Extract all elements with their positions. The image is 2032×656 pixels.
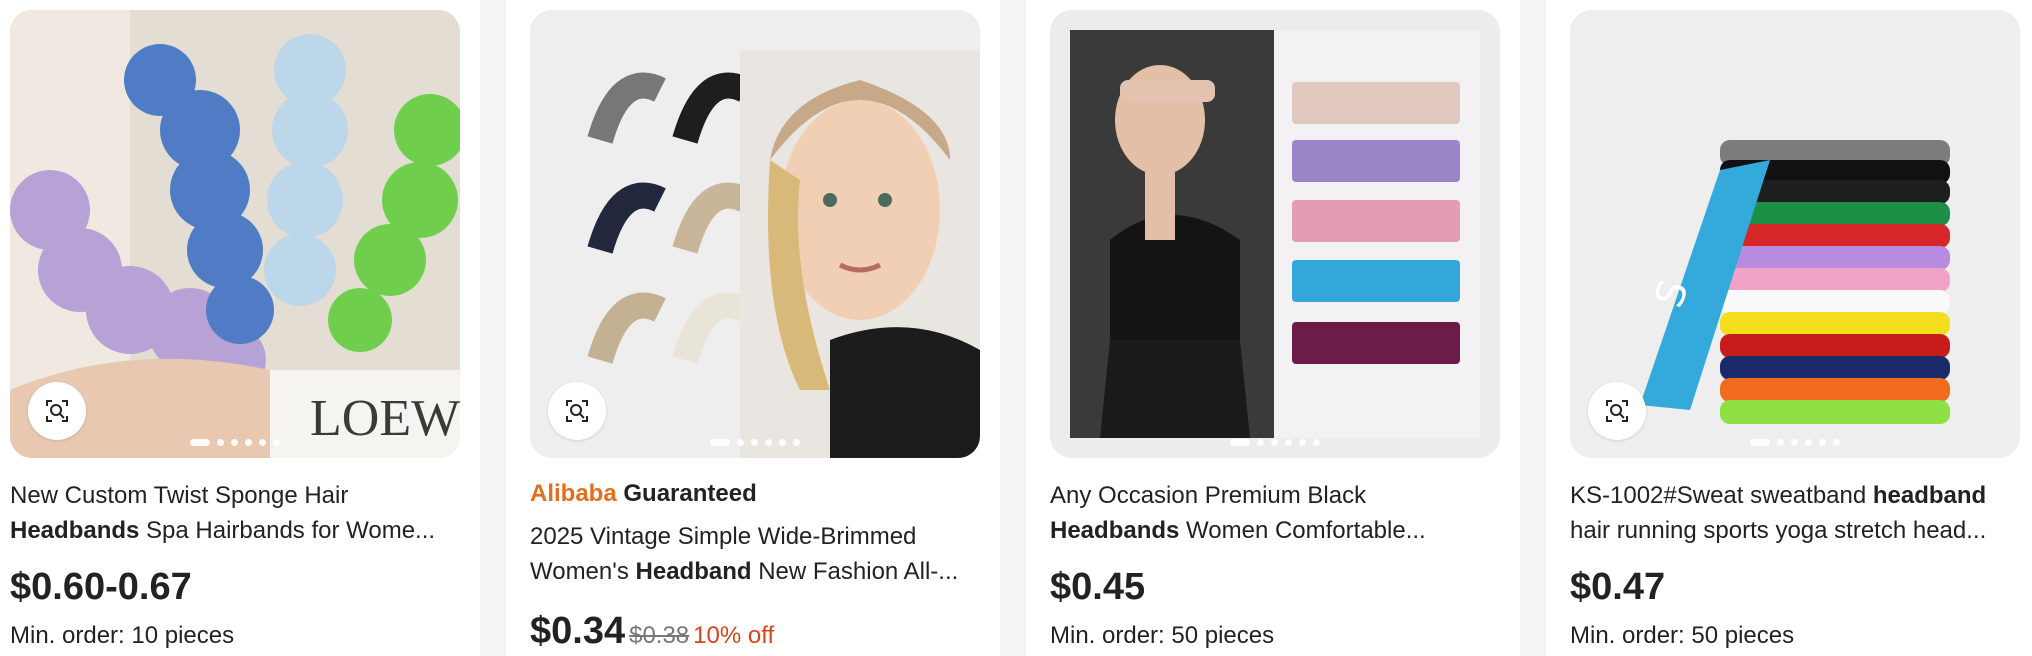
product-title[interactable]: 2025 Vintage Simple Wide-Brimmed Women's… — [530, 519, 982, 589]
title-line: hair running sports yoga stretch head... — [1570, 517, 1987, 544]
title-line: Headbands Spa Hairbands for Wome... — [10, 517, 436, 544]
product-image[interactable]: S — [1570, 10, 2020, 458]
current-price: $0.34 — [530, 610, 626, 652]
product-title[interactable]: New Custom Twist Sponge Hair Headbands S… — [10, 478, 462, 548]
image-carousel-dots[interactable] — [190, 439, 280, 446]
image-carousel-dots[interactable] — [710, 439, 800, 446]
image-search-icon[interactable] — [28, 382, 86, 440]
badge-label: Guaranteed — [623, 480, 757, 507]
product-price: $0.45 — [1050, 566, 1146, 608]
title-line: KS-1002#Sweat sweatband headband — [1570, 482, 1987, 509]
product-card[interactable]: S KS-1002#Sweat sweatband headband hair … — [1560, 0, 2020, 656]
title-line: Women's Headband New Fashion All-... — [530, 558, 959, 585]
title-line: Headbands Women Comfortable... — [1050, 517, 1426, 544]
image-search-icon[interactable] — [1588, 382, 1646, 440]
min-order: Min. order: 10 pieces — [10, 622, 235, 649]
title-line: 2025 Vintage Simple Wide-Brimmed — [530, 523, 917, 550]
title-line: New Custom Twist Sponge Hair — [10, 482, 349, 509]
image-carousel-dots[interactable] — [1230, 439, 1320, 446]
original-price: $0.38 — [629, 622, 690, 649]
discount-label: 10% off — [693, 622, 775, 649]
card-separator — [1000, 0, 1026, 656]
product-price: $0.60-0.67 — [10, 566, 192, 608]
product-image[interactable] — [1050, 10, 1500, 458]
product-card[interactable]: Any Occasion Premium Black Headbands Wom… — [1040, 0, 1500, 656]
product-title[interactable]: KS-1002#Sweat sweatband headband hair ru… — [1570, 478, 2022, 548]
card-separator — [1520, 0, 1546, 656]
image-carousel-dots[interactable] — [1750, 439, 1840, 446]
image-search-icon[interactable] — [548, 382, 606, 440]
min-order: Min. order: 50 pieces — [1570, 622, 1795, 649]
sport-headband-woman-image — [1050, 10, 1500, 458]
card-separator — [480, 0, 506, 656]
product-title[interactable]: Any Occasion Premium Black Headbands Wom… — [1050, 478, 1502, 548]
min-order: Min. order: 50 pieces — [1050, 622, 1275, 649]
svg-text:LOEW: LOEW — [310, 390, 460, 447]
product-card[interactable]: Alibaba Guaranteed 2025 Vintage Simple W… — [520, 0, 980, 656]
product-image[interactable]: LOEW — [10, 10, 460, 458]
title-line: Any Occasion Premium Black — [1050, 482, 1367, 509]
badge-brand: Alibaba — [530, 480, 617, 507]
alibaba-guaranteed-badge: Alibaba Guaranteed — [530, 480, 757, 508]
product-price: $0.47 — [1570, 566, 1666, 608]
product-price: $0.34 $0.38 10% off — [530, 610, 774, 653]
product-image[interactable] — [530, 10, 980, 458]
product-card[interactable]: LOEW New Custom Twist Sponge Hair Headba… — [0, 0, 460, 656]
